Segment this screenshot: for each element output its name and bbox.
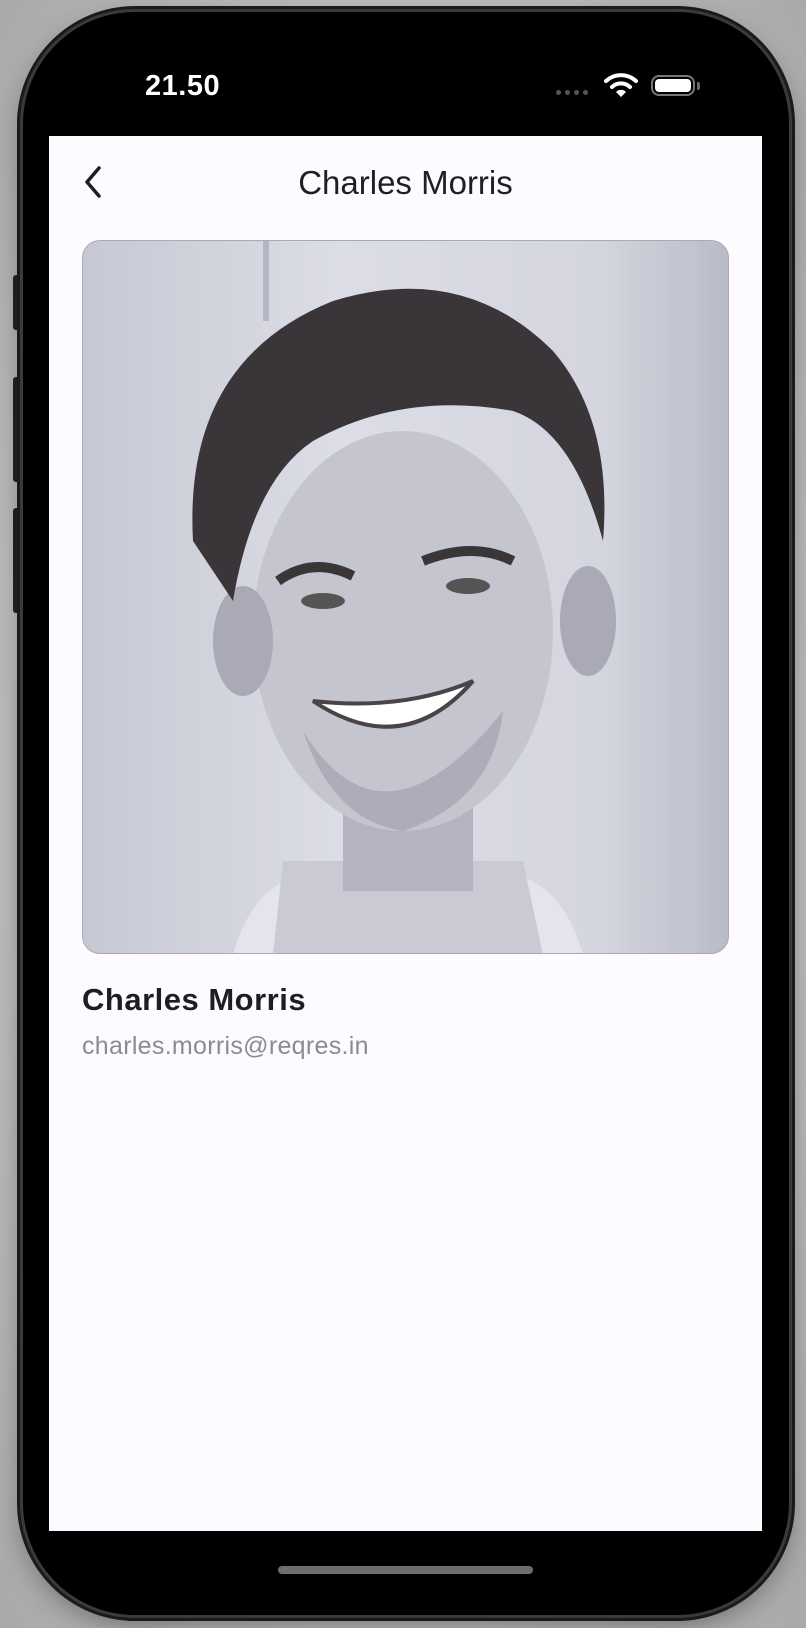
profile-email: charles.morris@reqres.in	[82, 1032, 369, 1060]
detail-screen: Charles Morris Charles Morris charles.mo…	[49, 136, 762, 1531]
volume-up-button	[13, 377, 21, 482]
battery-icon	[651, 75, 695, 96]
page-title: Charles Morris	[298, 164, 513, 201]
battery-tip	[697, 82, 700, 90]
home-indicator[interactable]	[278, 1566, 533, 1574]
mute-switch	[13, 275, 21, 330]
volume-down-button	[13, 508, 21, 613]
profile-name: Charles Morris	[82, 982, 307, 1017]
cellular-signal-icon	[556, 90, 588, 95]
avatar-image	[192, 241, 697, 953]
wifi-icon	[604, 73, 638, 97]
status-time: 21.50	[145, 70, 221, 102]
profile-photo	[82, 240, 729, 954]
